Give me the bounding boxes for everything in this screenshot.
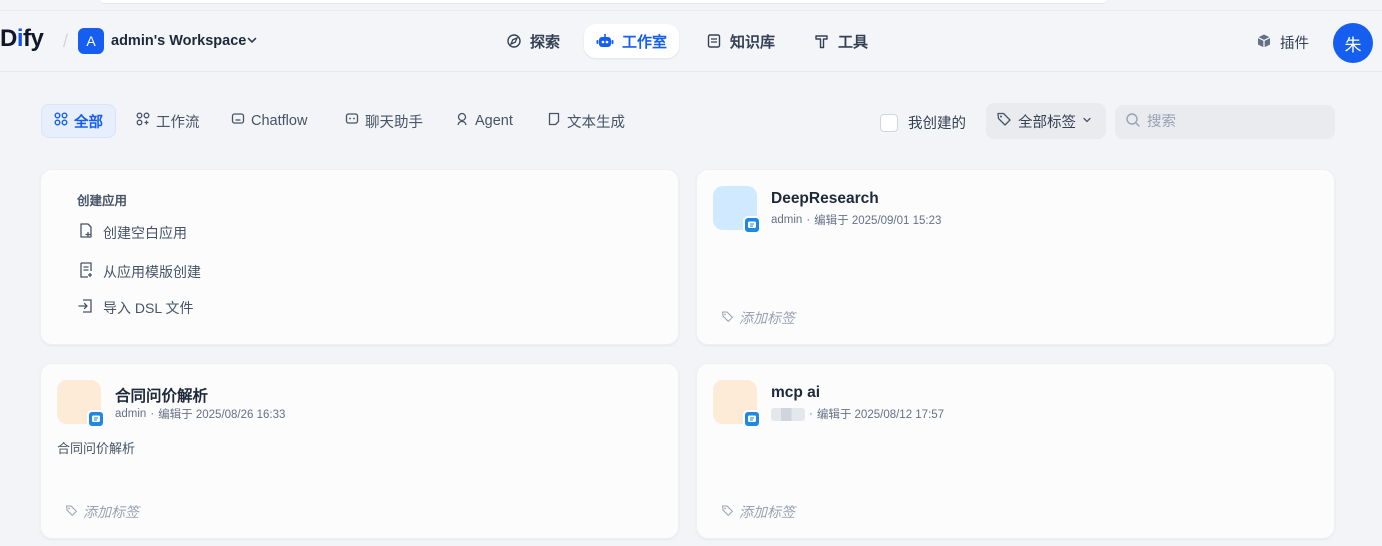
nav-tools[interactable]: 工具 <box>802 24 880 58</box>
plugins-button[interactable]: 插件 <box>1256 32 1309 53</box>
app-meta: admin · 编辑于 2025/08/26 16:33 <box>115 406 285 422</box>
create-blank-app-button[interactable]: 创建空白应用 <box>77 222 187 243</box>
tag-icon <box>721 310 734 326</box>
search-icon <box>1125 112 1141 133</box>
app-name: DeepResearch <box>771 190 879 207</box>
chevron-down-icon[interactable] <box>246 33 258 51</box>
add-tag-label: 添加标签 <box>83 504 139 520</box>
app-icon <box>713 380 761 428</box>
dify-logo[interactable]: Dify <box>0 25 44 53</box>
search-input[interactable] <box>1147 114 1327 130</box>
chatflow-icon <box>231 112 245 130</box>
app-author: admin <box>115 408 147 420</box>
tab-label: 聊天助手 <box>365 114 423 131</box>
browser-top-strip <box>100 0 1106 4</box>
workspace-badge[interactable]: A <box>78 28 104 54</box>
created-by-me-checkbox[interactable] <box>880 113 898 132</box>
nav-label: 工作室 <box>622 33 668 51</box>
create-app-title: 创建应用 <box>77 194 128 208</box>
created-by-me-filter[interactable]: 我创建的 <box>880 112 966 133</box>
workflow-icon <box>136 112 150 130</box>
app-icon <box>57 380 105 428</box>
tab-label: 全部 <box>74 114 103 131</box>
app-description: 合同问价解析 <box>57 441 136 456</box>
meta-separator: · <box>150 408 155 420</box>
nav-knowledge[interactable]: 知识库 <box>694 24 787 58</box>
app-meta: · 编辑于 2025/08/12 17:57 <box>771 406 944 422</box>
tag-icon <box>721 504 734 520</box>
tab-chatflow[interactable]: Chatflow <box>219 104 319 138</box>
import-dsl-button[interactable]: 导入 DSL 文件 <box>77 297 194 318</box>
plugins-label: 插件 <box>1280 36 1309 52</box>
tag-icon <box>65 504 78 520</box>
chat-bubble-icon <box>743 216 761 234</box>
app-card[interactable]: DeepResearch admin · 编辑于 2025/09/01 15:2… <box>696 169 1335 345</box>
app-card[interactable]: mcp ai · 编辑于 2025/08/12 17:57 添加标签 <box>696 363 1335 539</box>
cube-icon <box>1256 33 1272 53</box>
avatar[interactable]: 朱 <box>1333 23 1373 63</box>
tab-label: 工作流 <box>156 114 200 131</box>
breadcrumb-separator: / <box>63 31 69 51</box>
app-name: mcp ai <box>771 384 821 401</box>
add-tag-label: 添加标签 <box>739 504 795 520</box>
template-icon <box>77 261 95 282</box>
tab-label: Agent <box>475 113 513 129</box>
app-name: 合同问价解析 <box>115 388 209 405</box>
chat-icon <box>345 112 359 130</box>
tab-text-generation[interactable]: 文本生成 <box>535 104 637 138</box>
meta-separator: · <box>809 408 813 420</box>
tab-chatbot[interactable]: 聊天助手 <box>333 104 435 138</box>
tab-label: 文本生成 <box>567 114 625 131</box>
workspace-name[interactable]: admin's Workspace <box>111 33 246 49</box>
nav-label: 探索 <box>530 33 561 51</box>
create-item-label: 创建空白应用 <box>103 224 187 241</box>
chevron-down-icon <box>1082 113 1092 129</box>
tab-all[interactable]: 全部 <box>41 104 116 138</box>
search-box[interactable] <box>1115 105 1335 139</box>
tab-label: Chatflow <box>251 113 308 129</box>
all-tags-label: 全部标签 <box>1018 114 1076 131</box>
create-item-label: 导入 DSL 文件 <box>103 299 194 316</box>
nav-studio[interactable]: 工作室 <box>584 24 680 58</box>
nav-explore[interactable]: 探索 <box>494 24 572 58</box>
nav-label: 工具 <box>838 33 869 51</box>
file-plus-icon <box>77 222 95 243</box>
app-header: Dify / A admin's Workspace 探索 工作室 知识库 工具… <box>0 10 1382 72</box>
robot-icon <box>596 33 614 49</box>
app-author: admin <box>771 214 803 226</box>
app-edited-time: 编辑于 2025/08/12 17:57 <box>816 409 945 421</box>
chat-bubble-icon <box>87 410 105 428</box>
book-icon <box>706 33 722 49</box>
app-edited-time: 编辑于 2025/09/01 15:23 <box>814 215 942 227</box>
app-meta: admin · 编辑于 2025/09/01 15:23 <box>771 212 941 228</box>
create-from-template-button[interactable]: 从应用模版创建 <box>77 261 201 282</box>
blurred-author <box>771 407 805 421</box>
hammer-icon <box>814 33 830 49</box>
app-edited-time: 编辑于 2025/08/26 16:33 <box>158 409 286 421</box>
agent-icon <box>455 112 469 130</box>
tag-icon <box>996 111 1012 131</box>
add-tag-button[interactable]: 添加标签 <box>721 308 795 328</box>
create-app-card: 创建应用 创建空白应用 从应用模版创建 导入 DSL 文件 <box>40 169 679 345</box>
meta-separator: · <box>806 214 811 226</box>
tab-workflow[interactable]: 工作流 <box>124 104 212 138</box>
created-by-me-label: 我创建的 <box>908 116 966 132</box>
add-tag-button[interactable]: 添加标签 <box>721 502 795 522</box>
all-tags-dropdown[interactable]: 全部标签 <box>986 103 1106 139</box>
create-item-label: 从应用模版创建 <box>103 263 201 280</box>
add-tag-label: 添加标签 <box>739 310 795 326</box>
chat-bubble-icon <box>743 410 761 428</box>
grid-icon <box>54 112 68 130</box>
add-tag-button[interactable]: 添加标签 <box>65 502 139 522</box>
app-icon <box>713 186 761 234</box>
import-icon <box>77 297 95 318</box>
text-doc-icon <box>547 112 561 130</box>
app-card[interactable]: 合同问价解析 admin · 编辑于 2025/08/26 16:33 合同问价… <box>40 363 679 539</box>
nav-label: 知识库 <box>730 33 776 51</box>
compass-icon <box>506 33 522 49</box>
tab-agent[interactable]: Agent <box>443 104 525 138</box>
